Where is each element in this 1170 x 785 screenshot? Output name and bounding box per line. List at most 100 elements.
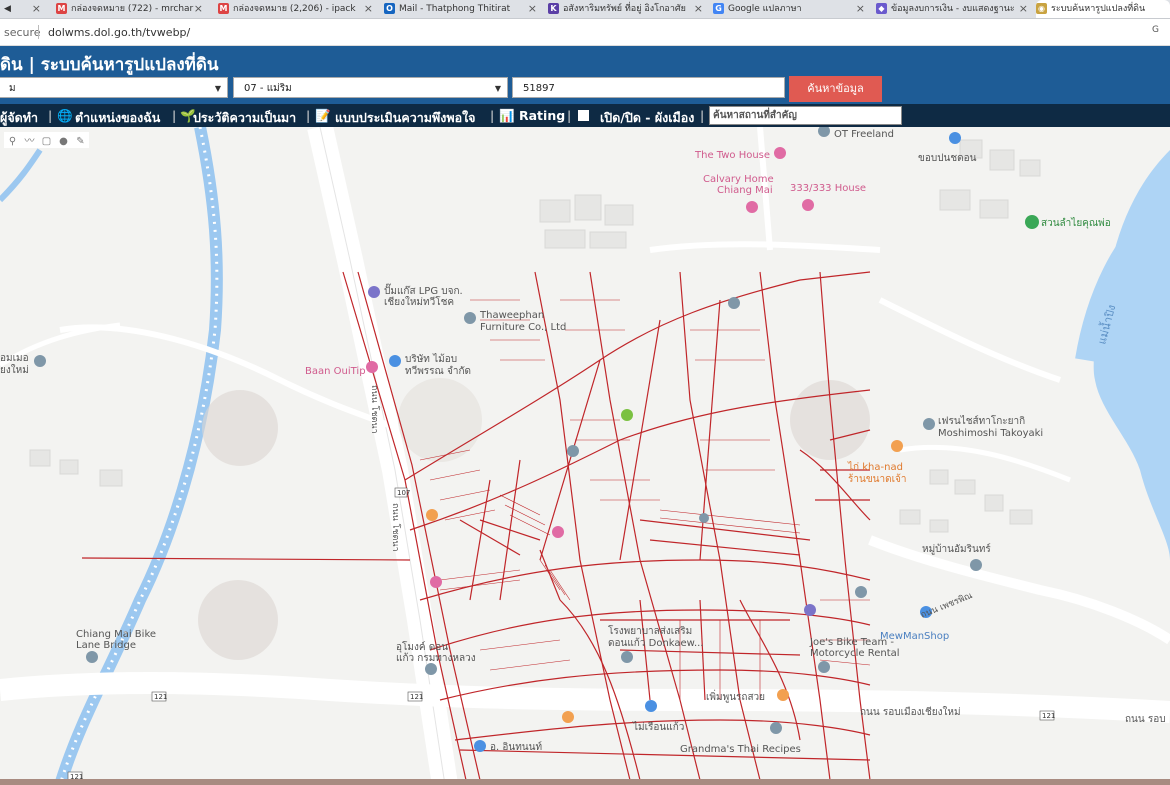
poi-label: เชียงใหม่ทวีโชค xyxy=(384,295,454,308)
tab-land-search[interactable]: ◉ ระบบค้นหารูปแปลงที่ดิน xyxy=(1036,0,1170,18)
poi-label: แก้ว กรมทางหลวง xyxy=(396,652,476,664)
dol-icon: ◉ xyxy=(1036,3,1047,14)
poi-label: อ. อินทนนท์ xyxy=(490,741,542,753)
rating-icon: 📊 xyxy=(499,108,515,123)
nav-rating[interactable]: Rating xyxy=(519,108,565,123)
landmark-search-input[interactable]: ค้นหาสถานที่สำคัญ xyxy=(709,106,902,125)
tab-label: Mail - Thatphong Thitirat xyxy=(399,4,511,14)
route-121-label: 121 xyxy=(154,693,167,701)
dbd-icon: ◆ xyxy=(876,3,887,14)
translate-icon: G xyxy=(713,3,724,14)
poi-label: ขอบปนชดอน xyxy=(918,153,977,164)
divider: | xyxy=(306,108,311,123)
poi-label: อมเมอ xyxy=(0,353,29,364)
url-text[interactable]: dolwms.dol.go.th/tvwebp/ xyxy=(48,26,190,39)
divider: | xyxy=(172,108,177,123)
nav-authors[interactable]: ผู้จัดทำ xyxy=(0,108,38,128)
close-icon[interactable]: × xyxy=(528,0,537,18)
tab-label: ข้อมูลงบการเงิน - งบแสดงฐานะ xyxy=(891,4,1015,14)
poi-label: เฟรนไชส์ทาโกะยากิ xyxy=(938,414,1025,427)
speaker-icon: ◀︎ xyxy=(4,4,11,14)
poi-label: Lane Bridge xyxy=(76,640,136,651)
globe-icon: 🌐 xyxy=(57,108,73,123)
tab-label: กล่องจดหมาย (2,206) - ipack xyxy=(233,4,356,14)
tab-label: Google แปลภาษา xyxy=(728,4,802,14)
zoning-checkbox[interactable] xyxy=(578,110,589,121)
route-107-label: 107 xyxy=(397,489,410,497)
nav-my-location[interactable]: ตำแหน่งของฉัน xyxy=(75,108,160,128)
page-title: ดิน | ระบบค้นหารูปแปลงที่ดิน xyxy=(0,55,219,75)
tab-gmail-1[interactable]: M กล่องจดหมาย (722) - mrchar × xyxy=(56,0,206,18)
road-label: ถนน รอบ xyxy=(1125,714,1166,725)
road-label: ถนน รอบเมืองเชียงใหม่ xyxy=(860,706,961,718)
poi-label: ยงใหม่ xyxy=(0,364,29,376)
poi-label: Baan OuiTip xyxy=(305,366,366,377)
poi-label: Joe's Bike Team - xyxy=(809,637,894,648)
tab-outlook[interactable]: O Mail - Thatphong Thitirat × xyxy=(384,0,540,18)
close-icon[interactable]: × xyxy=(364,0,373,18)
map-canvas[interactable]: 107 121 121 121 121 OT Freeland The Two … xyxy=(0,127,1170,785)
marker-tool-icon[interactable]: ✎ xyxy=(72,136,89,147)
poi-label: บริษัท ไม้อบ xyxy=(405,353,457,365)
close-icon[interactable]: × xyxy=(856,0,865,18)
route-121-label: 121 xyxy=(410,693,423,701)
district-select[interactable]: 07 - แม่ริม ▼ xyxy=(233,77,508,98)
tab-google-translate[interactable]: G Google แปลภาษา × xyxy=(713,0,868,18)
divider xyxy=(38,25,39,39)
poi-label: ไก่ kha-nad xyxy=(847,461,903,473)
province-value: ม xyxy=(9,83,16,94)
poi-label: ไม่เรือนแก้ว xyxy=(632,721,684,733)
poi-label: Grandma's Thai Recipes xyxy=(680,744,801,755)
poi-label: 333/333 House xyxy=(790,183,866,194)
circle-tool-icon[interactable]: ● xyxy=(55,136,72,147)
poi-label: เพิ่มพูนรถสวย xyxy=(706,689,765,703)
poi-label: อุโมงค์ ดอน xyxy=(396,640,448,653)
divider: | xyxy=(490,108,495,123)
district-value: 07 - แม่ริม xyxy=(244,83,292,94)
poi-label: หมู่บ้านอัมรินทร์ xyxy=(922,543,991,555)
poi-label: Chiang Mai xyxy=(717,185,773,196)
bottom-strip xyxy=(0,779,1170,785)
poi-label: Calvary Home xyxy=(703,174,774,185)
divider: | xyxy=(700,108,705,123)
outlook-icon: O xyxy=(384,3,395,14)
gmail-icon: M xyxy=(56,3,67,14)
tab-property[interactable]: K อสังหาริมทรัพย์ ที่อยู่ อิงโกอาศัย × xyxy=(548,0,706,18)
translate-icon[interactable]: G xyxy=(1152,25,1164,37)
close-icon[interactable]: × xyxy=(32,0,41,18)
nav-survey[interactable]: แบบประเมินความพึงพอใจ xyxy=(335,108,476,128)
poi-label: Chiang Mai Bike xyxy=(76,629,156,640)
route-121-label: 121 xyxy=(1042,712,1055,720)
province-select[interactable]: ม ▼ xyxy=(0,77,228,98)
address-bar[interactable]: secure dolwms.dol.go.th/tvwebp/ G xyxy=(0,19,1170,46)
tab-gmail-2[interactable]: M กล่องจดหมาย (2,206) - ipack × xyxy=(218,0,376,18)
close-icon[interactable]: × xyxy=(194,0,203,18)
close-icon[interactable]: × xyxy=(694,0,703,18)
poi-label: Thaweephan xyxy=(479,310,544,321)
divider: | xyxy=(567,108,572,123)
nav-history[interactable]: ประวัติความเป็นมา xyxy=(193,108,296,128)
tab-financial[interactable]: ◆ ข้อมูลงบการเงิน - งบแสดงฐานะ × xyxy=(876,0,1031,18)
poi-label: ดอนแก้ว Donkaew... xyxy=(608,637,703,649)
search-button[interactable]: ค้นหาข้อมูล xyxy=(789,76,882,102)
tab-label: ระบบค้นหารูปแปลงที่ดิน xyxy=(1051,4,1146,14)
site-header: ดิน | ระบบค้นหารูปแปลงที่ดิน ม ▼ 07 - แม่… xyxy=(0,46,1170,104)
tab-label: กล่องจดหมาย (722) - mrchar xyxy=(71,4,194,14)
polyline-tool-icon[interactable]: 〰 xyxy=(21,132,38,147)
road-label: ถนน โชตนา xyxy=(390,503,401,552)
poi-label: ปั๊มแก๊ส LPG บจก. xyxy=(384,283,463,297)
poi-label: Motorcycle Rental xyxy=(810,648,900,659)
road-label: ถนน โชตนา xyxy=(369,385,380,434)
nav-zoning-toggle[interactable]: เปิด/ปิด - ผังเมือง xyxy=(600,108,694,128)
pin-tool-icon[interactable]: ⚲ xyxy=(4,136,21,147)
close-icon[interactable]: × xyxy=(1019,0,1028,18)
poi-label: ร้านขนาดเจ้า xyxy=(848,473,907,485)
poi-label: OT Freeland xyxy=(834,129,894,140)
tab-audio[interactable]: ◀︎ × xyxy=(0,0,44,18)
poi-label: ทวีพรรณ จำกัด xyxy=(405,365,471,377)
dropdown-arrow-icon: ▼ xyxy=(494,84,501,93)
parcel-number-input[interactable]: 51897 xyxy=(512,77,785,98)
square-tool-icon[interactable]: ▢ xyxy=(38,136,55,147)
dropdown-arrow-icon: ▼ xyxy=(214,84,221,93)
nav-bar: ผู้จัดทำ | 🌐 ตำแหน่งของฉัน | 🌱 ประวัติคว… xyxy=(0,104,1170,127)
